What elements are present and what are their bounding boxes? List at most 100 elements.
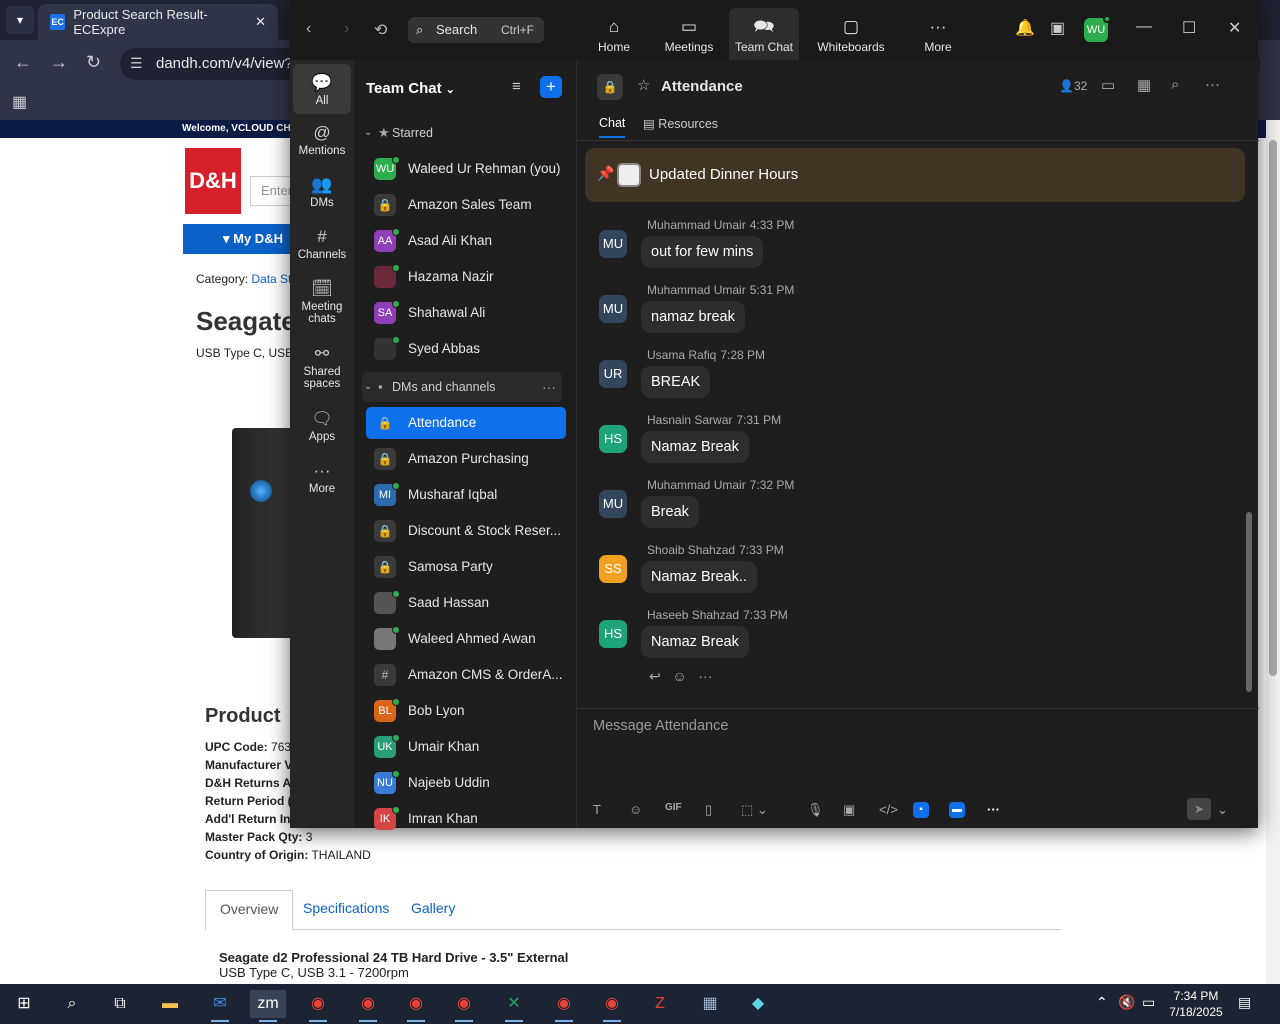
sender-name[interactable]: Muhammad Umair [647,283,746,297]
tab-more[interactable]: ··· More [920,8,956,60]
message-bubble[interactable]: out for few mins [641,236,764,268]
page-scrollbar[interactable] [1266,120,1280,984]
calendar-icon[interactable]: ▦ [1137,76,1151,94]
windows-start-icon[interactable]: ⊞ [6,990,42,1018]
sidebar-item[interactable]: BL Bob Lyon [366,695,566,727]
dh-logo[interactable]: D&H [185,148,241,214]
sidebar-title[interactable]: Team Chat ⌄ [366,80,455,97]
send-button[interactable]: ➤ [1187,798,1211,820]
tab-chat[interactable]: Chat [599,116,626,138]
tab-meetings[interactable]: ▭ Meetings [660,8,718,60]
app-chat-icon[interactable]: ▬ [949,802,965,818]
chrome-icon[interactable]: ◉ [446,990,482,1022]
rail-meeting-chats[interactable]: 🗓 Meeting chats [293,278,351,325]
rail-more[interactable]: ··· More [293,460,351,495]
filter-icon[interactable]: ≡ [512,78,521,95]
video-off-icon[interactable]: ▭ [1101,76,1115,94]
message-bubble[interactable]: BREAK [641,366,711,398]
file-explorer-icon[interactable]: ▬ [152,990,188,1018]
page-scroll-thumb[interactable] [1269,140,1277,676]
avatar[interactable]: MU [599,230,627,258]
section-starred[interactable]: ⌄ ★ Starred [362,118,562,148]
sidebar-item[interactable]: Hazama Nazir [366,261,566,293]
tab-home[interactable]: ⌂ Home [588,8,640,60]
tab-overview[interactable]: Overview [205,890,294,930]
format-text-icon[interactable]: T [593,802,601,817]
browser-tab[interactable]: EC Product Search Result- ECExpre ✕ [38,4,278,40]
code-icon[interactable]: </> [879,802,898,817]
tray-chevron-icon[interactable]: ⌃ [1096,994,1108,1011]
microphone-icon[interactable]: 🎙 [807,802,824,818]
avatar[interactable]: SS [599,555,627,583]
sender-name[interactable]: Usama Rafiq [647,348,716,362]
zoom-search[interactable]: ⌕ Search Ctrl+F [408,17,544,43]
zoom-icon[interactable]: zm [250,990,286,1022]
tab-specifications[interactable]: Specifications [289,890,403,930]
message-bubble[interactable]: Namaz Break.. [641,561,757,593]
sidebar-item[interactable]: AA Asad Ali Khan [366,225,566,257]
calculator-icon[interactable]: ▦ [692,990,728,1018]
sidebar-item[interactable]: 🔒 Amazon Purchasing [366,443,566,475]
forward-icon[interactable]: → [50,52,68,73]
filezilla-icon[interactable]: Z [642,990,678,1018]
chrome-icon[interactable]: ◉ [594,990,630,1022]
sidebar-item[interactable]: Waleed Ahmed Awan [366,623,566,655]
reload-icon[interactable]: ↻ [86,52,101,73]
section-more-icon[interactable]: ··· [542,372,556,402]
tab-gallery[interactable]: Gallery [397,890,469,930]
forward-icon[interactable]: › [344,20,349,38]
rail-channels[interactable]: # Channels [293,226,351,261]
sender-name[interactable]: Hasnain Sarwar [647,413,732,427]
rail-all[interactable]: 💬 All [293,64,351,114]
sidebar-item[interactable]: SA Shahawal Ali [366,297,566,329]
send-options-icon[interactable]: ⌄ [1217,802,1228,818]
channel-title[interactable]: Attendance [661,78,743,95]
avatar[interactable]: MU [599,295,627,323]
rail-dms[interactable]: 👥 DMs [293,174,351,209]
screenshot-icon[interactable]: ⬚ ⌄ [741,802,768,818]
sender-name[interactable]: Muhammad Umair [647,478,746,492]
rail-shared-spaces[interactable]: ⚯ Shared spaces [293,343,351,390]
tab-team-chat[interactable]: 🗪 Team Chat [729,8,799,60]
bell-icon[interactable]: 🔔 [1015,18,1035,38]
more-icon[interactable]: ··· [698,668,712,684]
message-bubble[interactable]: Break [641,496,699,528]
site-info-icon[interactable]: ☰ [130,55,143,72]
sidebar-item[interactable]: NU Najeeb Uddin [366,767,566,799]
sender-name[interactable]: Shoaib Shahzad [647,543,735,557]
tab-resources[interactable]: ▤ Resources [643,116,718,137]
rail-apps[interactable]: 🗨 Apps [293,408,351,443]
app-diamond-icon[interactable]: ◆ [740,990,776,1018]
file-icon[interactable]: ▯ [705,802,712,818]
tab-whiteboards[interactable]: ▢ Whiteboards [814,8,888,60]
speaker-muted-icon[interactable]: 🔇 [1118,994,1135,1011]
emoji-icon[interactable]: ☺ [629,802,642,817]
sidebar-item[interactable]: IK Imran Khan [366,803,566,835]
member-count[interactable]: 👤32 [1059,79,1087,93]
sidebar-item[interactable]: 🔒 Samosa Party [366,551,566,583]
sidebar-item[interactable]: WU Waleed Ur Rehman (you) [366,153,566,185]
avatar[interactable]: UR [599,360,627,388]
avatar[interactable]: HS [599,620,627,648]
close-icon[interactable]: ✕ [1228,18,1241,38]
new-chat-button[interactable]: + [540,76,562,98]
message-bubble[interactable]: Namaz Break [641,626,749,658]
sender-name[interactable]: Haseeb Shahzad [647,608,739,622]
more-tools-icon[interactable]: ··· [987,802,1000,817]
chrome-icon[interactable]: ◉ [350,990,386,1022]
more-options-icon[interactable]: ··· [1205,76,1220,93]
gif-icon[interactable]: GIF [665,802,682,813]
back-icon[interactable]: ← [14,52,32,73]
minimize-icon[interactable]: — [1136,18,1152,36]
message-input[interactable]: Message Attendance [593,718,728,734]
my-dh-button[interactable]: ▾ My D&H [183,224,303,254]
sidebar-item[interactable]: # Amazon CMS & OrderA... [366,659,566,691]
emoji-icon[interactable]: ☺ [672,668,686,684]
sidebar-item[interactable]: Syed Abbas [366,333,566,365]
task-view-icon[interactable]: ⧉ [102,990,138,1018]
message-bubble[interactable]: namaz break [641,301,745,333]
chrome-icon[interactable]: ◉ [300,990,336,1022]
taskbar-clock[interactable]: 7:34 PM 7/18/2025 [1164,988,1228,1020]
close-tab-icon[interactable]: ✕ [255,14,266,30]
tab-search-dropdown-icon[interactable]: ▾ [6,6,34,34]
